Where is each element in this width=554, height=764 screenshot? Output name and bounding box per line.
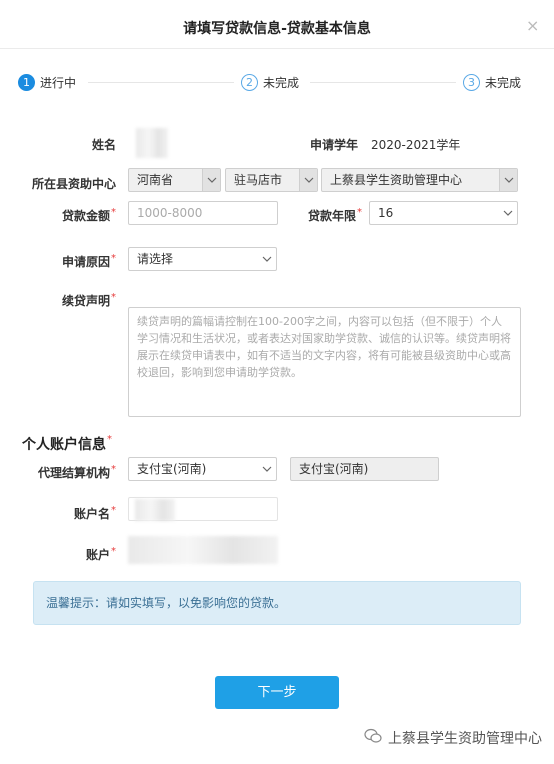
agency-display: 支付宝(河南) xyxy=(290,457,439,481)
chevron-down-icon xyxy=(258,458,276,480)
province-select[interactable]: 河南省 xyxy=(128,168,221,192)
chevron-down-icon xyxy=(258,248,276,270)
tip-box: 温馨提示：请如实填写，以免影响您的贷款。 xyxy=(33,581,521,625)
province-value: 河南省 xyxy=(137,173,174,187)
account-label: 账户* xyxy=(85,546,116,562)
term-select[interactable]: 16 xyxy=(369,201,518,225)
amount-label: 贷款金额* xyxy=(61,207,116,223)
close-icon[interactable]: × xyxy=(526,18,539,34)
statement-label: 续贷声明* xyxy=(61,292,116,308)
chevron-down-icon xyxy=(299,169,317,191)
account-redacted[interactable] xyxy=(128,536,278,564)
account-section-title: 个人账户信息* xyxy=(22,434,112,453)
step-2: 2 未完成 xyxy=(241,74,299,91)
watermark-text: 上蔡县学生资助管理中心 xyxy=(388,731,542,747)
step-3-number: 3 xyxy=(463,74,480,91)
step-connector xyxy=(310,82,456,83)
term-label: 贷款年限* xyxy=(307,207,362,223)
loan-info-dialog: 请填写贷款信息-贷款基本信息 × 1 进行中 2 未完成 3 未完成 姓名 申请… xyxy=(0,0,554,764)
name-label: 姓名 xyxy=(91,138,116,152)
reason-label: 申请原因* xyxy=(61,253,116,269)
center-label: 所在县资助中心 xyxy=(31,177,116,191)
step-1-number: 1 xyxy=(18,74,35,91)
step-1-label: 进行中 xyxy=(40,76,77,90)
wechat-icon xyxy=(364,728,382,748)
year-label: 申请学年 xyxy=(309,138,358,152)
chevron-down-icon xyxy=(499,202,517,224)
agency-label: 代理结算机构* xyxy=(37,464,116,480)
center-select[interactable]: 上蔡县学生资助管理中心 xyxy=(321,168,518,192)
city-value: 驻马店市 xyxy=(234,173,283,187)
step-2-label: 未完成 xyxy=(263,76,300,90)
chevron-down-icon xyxy=(499,169,517,191)
account-name-label: 账户名* xyxy=(73,505,116,521)
chevron-down-icon xyxy=(202,169,220,191)
term-value: 16 xyxy=(378,206,394,220)
reason-select[interactable]: 请选择 xyxy=(128,247,277,271)
amount-input[interactable]: 1000-8000 xyxy=(128,201,278,225)
year-value: 2020-2021学年 xyxy=(371,138,461,152)
step-connector xyxy=(88,82,234,83)
agency-value: 支付宝(河南) xyxy=(137,462,207,476)
center-value: 上蔡县学生资助管理中心 xyxy=(330,173,463,187)
reason-value: 请选择 xyxy=(137,252,174,266)
city-select[interactable]: 驻马店市 xyxy=(225,168,318,192)
step-3-label: 未完成 xyxy=(485,76,522,90)
statement-textarea[interactable]: 续贷声明的篇幅请控制在100-200字之间，内容可以包括（但不限于）个人学习情况… xyxy=(128,307,521,417)
name-redacted xyxy=(136,128,168,158)
step-3: 3 未完成 xyxy=(463,74,521,91)
header-divider xyxy=(0,48,554,49)
next-button[interactable]: 下一步 xyxy=(215,676,339,709)
watermark: 上蔡县学生资助管理中心 xyxy=(364,728,542,748)
dialog-title: 请填写贷款信息-贷款基本信息 xyxy=(183,21,371,37)
agency-select[interactable]: 支付宝(河南) xyxy=(128,457,277,481)
step-1: 1 进行中 xyxy=(18,74,76,91)
step-2-number: 2 xyxy=(241,74,258,91)
account-name-redacted xyxy=(135,499,175,521)
